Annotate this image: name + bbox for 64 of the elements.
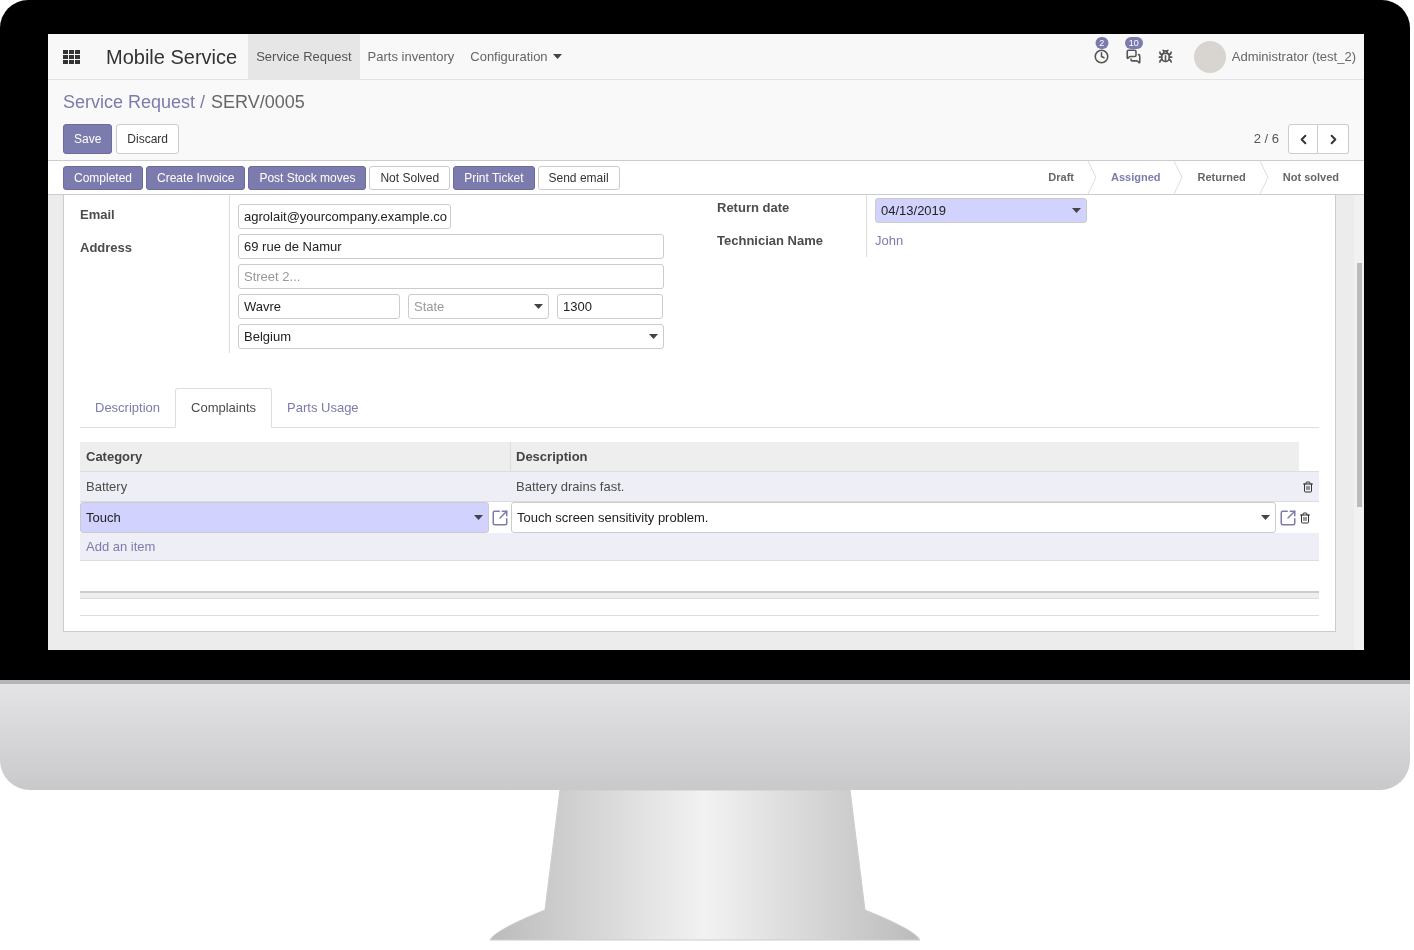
count-badge: 10 [1124,36,1143,49]
tab[interactable]: Parts Usage [272,388,374,427]
count-badge: 2 [1095,36,1109,49]
description-dropdown[interactable]: Touch screen sensitivity problem. [511,502,1276,533]
trash-icon[interactable] [1299,511,1311,524]
stage-step[interactable]: Not solved [1268,169,1353,186]
field-label: Email [80,206,116,224]
email-field[interactable]: agrolait@yourcompany.example.co [238,204,451,229]
trash-icon[interactable] [1302,480,1314,493]
pager-value: 2 / 6 [1253,130,1279,149]
next-button[interactable] [1318,124,1349,154]
secondary-button[interactable]: Not Solved [369,165,451,190]
tab[interactable]: Description [80,388,176,427]
external-link-icon[interactable] [1279,508,1297,527]
chat-icon[interactable] [1126,49,1142,64]
menu-item[interactable]: Parts inventory [359,34,463,80]
zip-field[interactable]: 1300 [557,294,663,319]
city-field[interactable]: Wavre [238,294,400,319]
record-title: SERV/0005 [211,90,305,114]
bug-icon[interactable] [1158,49,1174,64]
clock-icon[interactable] [1094,49,1110,64]
stage-step[interactable]: Returned [1183,169,1260,186]
secondary-button[interactable]: Send email [537,165,620,190]
state-dropdown[interactable]: State [408,294,549,319]
technician-link[interactable]: John [875,231,1087,251]
primary-button[interactable]: Create Invoice [146,165,246,190]
caret-icon [534,304,543,309]
primary-button[interactable]: Print Ticket [453,165,535,190]
app-title: Mobile Service [106,44,238,70]
country-dropdown[interactable]: Belgium [238,324,664,349]
field-label: Return date [717,199,791,217]
caret-icon [1072,208,1081,213]
scrollbar-thumb[interactable] [1357,263,1362,507]
column-header[interactable]: Description [511,442,593,471]
chevron-separator [1174,161,1184,194]
primary-button[interactable]: Completed [63,165,144,190]
breadcrumb-link[interactable]: Service Request / [63,88,206,116]
menu-item[interactable]: Configuration [462,34,570,80]
primary-button[interactable]: Post Stock moves [248,165,367,190]
add-item-link[interactable]: Add an item [80,536,162,557]
stage-step[interactable]: Draft [1034,169,1088,186]
category-dropdown[interactable]: Touch [80,502,489,533]
tab[interactable]: Complaints [175,388,273,428]
user-name[interactable]: Administrator (test_2) [1231,46,1356,67]
previous-button[interactable] [1288,124,1318,154]
chevron-separator [1087,161,1097,194]
chevron-separator [1259,161,1269,194]
table-cell-text: Battery [85,477,129,496]
caret-icon [474,515,483,520]
menu-item[interactable]: Service Request [248,34,360,80]
apps-grid-icon[interactable] [63,49,80,64]
date-dropdown[interactable]: 04/13/2019 [875,198,1087,223]
field-label: Address [80,239,134,257]
primary-button[interactable]: Save [63,124,113,154]
street-field[interactable]: 69 rue de Namur [238,234,664,259]
caret-icon [649,334,658,339]
caret-icon [1261,515,1270,520]
column-header[interactable]: Category [80,442,511,471]
field-label: Technician Name [717,232,824,250]
table-cell-text: Battery drains fast. [515,477,626,496]
secondary-button[interactable]: Discard [116,124,180,154]
external-link-icon[interactable] [491,508,509,527]
street2-field[interactable]: Street 2... [238,264,664,289]
stage-step[interactable]: Assigned [1096,169,1175,186]
